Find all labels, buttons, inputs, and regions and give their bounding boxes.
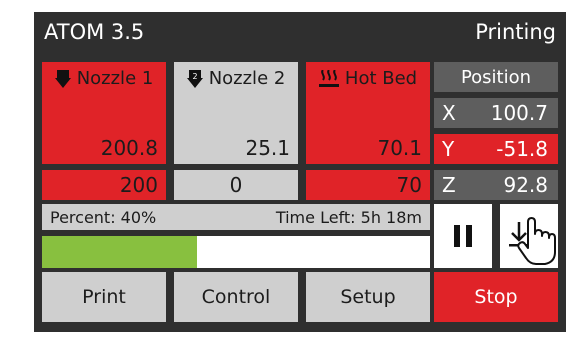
nozzle-2-current: 25.1 <box>245 136 290 160</box>
pause-icon <box>454 225 472 247</box>
progress-bar-fill <box>42 236 198 268</box>
hotbed-current: 70.1 <box>377 136 422 160</box>
position-z: Z 92.8 <box>434 170 558 200</box>
nozzle-2-target[interactable]: 0 <box>174 170 298 200</box>
hotbed-target[interactable]: 70 <box>306 170 430 200</box>
nozzle-1-current: 200.8 <box>100 136 158 160</box>
printer-title: ATOM 3.5 <box>44 20 145 44</box>
control-button[interactable]: Control <box>174 272 298 322</box>
setup-button[interactable]: Setup <box>306 272 430 322</box>
progress-info: Percent: 40% Time Left: 5h 18m <box>42 204 430 230</box>
pause-button[interactable] <box>434 204 492 268</box>
printer-screen: ATOM 3.5 Printing Nozzle 1 200.8 2 Nozzl… <box>34 12 566 332</box>
print-status: Printing <box>475 20 556 44</box>
download-button[interactable] <box>500 204 558 268</box>
position-y: Y -51.8 <box>434 134 558 164</box>
nozzle-1-panel[interactable]: Nozzle 1 200.8 <box>42 62 166 164</box>
hotbed-panel[interactable]: Hot Bed 70.1 <box>306 62 430 164</box>
axis-x-value: 100.7 <box>490 101 548 125</box>
position-x: X 100.7 <box>434 98 558 128</box>
percent-text: Percent: 40% <box>50 207 157 227</box>
nozzle-2-panel[interactable]: 2 Nozzle 2 25.1 <box>174 62 298 164</box>
nozzle-1-target[interactable]: 200 <box>42 170 166 200</box>
progress-bar <box>42 236 430 268</box>
position-title: Position <box>434 62 558 92</box>
stop-button[interactable]: Stop <box>434 272 558 322</box>
axis-y-label: Y <box>442 137 455 161</box>
axis-x-label: X <box>442 101 456 125</box>
axis-y-value: -51.8 <box>496 137 548 161</box>
axis-z-value: 92.8 <box>503 173 548 197</box>
time-left-text: Time Left: 5h 18m <box>275 207 422 227</box>
axis-z-label: Z <box>442 173 456 197</box>
hand-pointer-icon <box>517 217 556 265</box>
print-button[interactable]: Print <box>42 272 166 322</box>
